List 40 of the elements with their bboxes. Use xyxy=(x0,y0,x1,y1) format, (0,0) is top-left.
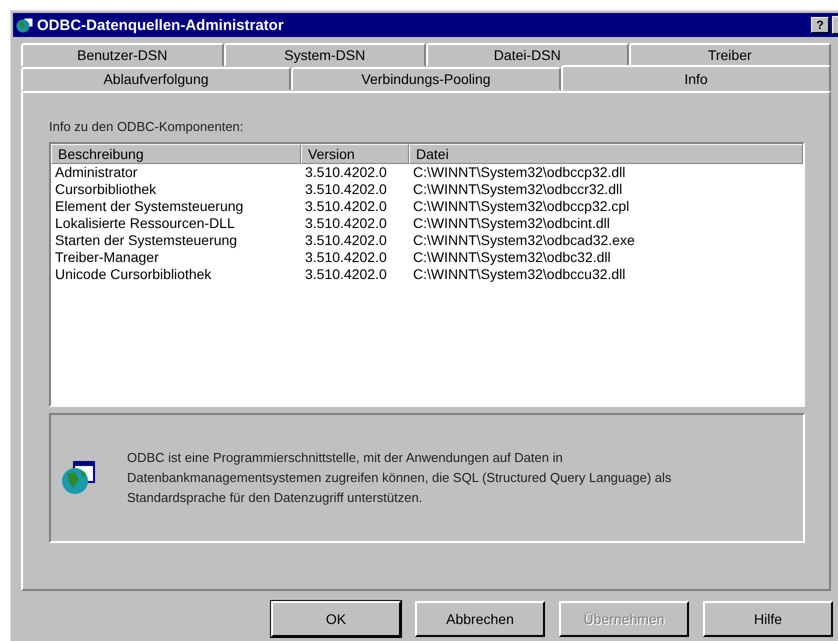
tab[interactable]: Verbindungs-Pooling xyxy=(291,67,561,91)
tab[interactable]: Treiber xyxy=(628,43,831,67)
window-title: ODBC-Datenquellen-Administrator xyxy=(37,16,285,34)
column-header[interactable]: Beschreibung xyxy=(51,144,301,164)
table-cell-text: C:\WINNT\System32\odbccr32.dll xyxy=(412,181,624,198)
tab[interactable]: Benutzer-DSN xyxy=(21,43,224,67)
table-cell-text: C:\WINNT\System32\odbcad32.exe xyxy=(412,232,636,249)
table-cell-text: C:\WINNT\System32\odbc32.dll xyxy=(412,249,612,266)
table-cell-text: 3.510.4202.0 xyxy=(304,232,388,249)
globe-window-icon xyxy=(61,460,97,496)
table-cell-text: C:\WINNT\System32\odbcint.dll xyxy=(412,215,611,232)
table-cell-text: Administrator xyxy=(54,164,138,181)
section-label: Info zu den ODBC-Komponenten: xyxy=(49,119,244,134)
table-cell-text: 3.510.4202.0 xyxy=(304,249,388,266)
globe-icon xyxy=(16,17,34,33)
table-cell-text: C:\WINNT\System32\odbccp32.dll xyxy=(412,164,626,181)
description-text: ODBC ist eine Programmierschnittstelle, mit der Anwendungen auf Daten in Datenbankmanagementsystemen zugreifen können, die SQL (Structured Query Language) als Standardsprache für den Datenzugriff unterstützen. xyxy=(127,449,672,507)
column-header[interactable]: Version xyxy=(301,144,409,164)
table-cell-text: Starten der Systemsteuerung xyxy=(54,232,238,249)
table-cell-text: Treiber-Manager xyxy=(54,249,160,266)
table-cell-text: 3.510.4202.0 xyxy=(304,164,388,181)
table-cell-text: Lokalisierte Ressourcen-DLL xyxy=(54,215,236,232)
table-cell-text: 3.510.4202.0 xyxy=(304,198,388,215)
tab[interactable]: Ablaufverfolgung xyxy=(21,67,291,91)
dialog-button[interactable]: OK xyxy=(271,601,401,637)
column-header[interactable]: Datei xyxy=(409,144,803,164)
table-cell-text: C:\WINNT\System32\odbccu32.dll xyxy=(412,266,626,283)
help-button[interactable]: ? xyxy=(811,17,829,33)
table-cell-text: 3.510.4202.0 xyxy=(304,266,388,283)
tab[interactable]: Datei-DSN xyxy=(426,43,628,67)
table-cell-text: C:\WINNT\System32\odbccp32.cpl xyxy=(412,198,630,215)
tab[interactable]: Info xyxy=(561,65,831,91)
table-cell-text: Unicode Cursorbibliothek xyxy=(54,266,212,283)
table-cell-text: 3.510.4202.0 xyxy=(304,181,388,198)
table-cell-text: Cursorbibliothek xyxy=(54,181,158,198)
table-cell-text: 3.510.4202.0 xyxy=(304,215,388,232)
dialog-button[interactable]: Abbrechen xyxy=(415,601,545,637)
table-cell-text: Element der Systemsteuerung xyxy=(54,198,244,215)
dialog-button[interactable]: Hilfe xyxy=(703,601,833,637)
tab[interactable]: System-DSN xyxy=(224,43,426,67)
